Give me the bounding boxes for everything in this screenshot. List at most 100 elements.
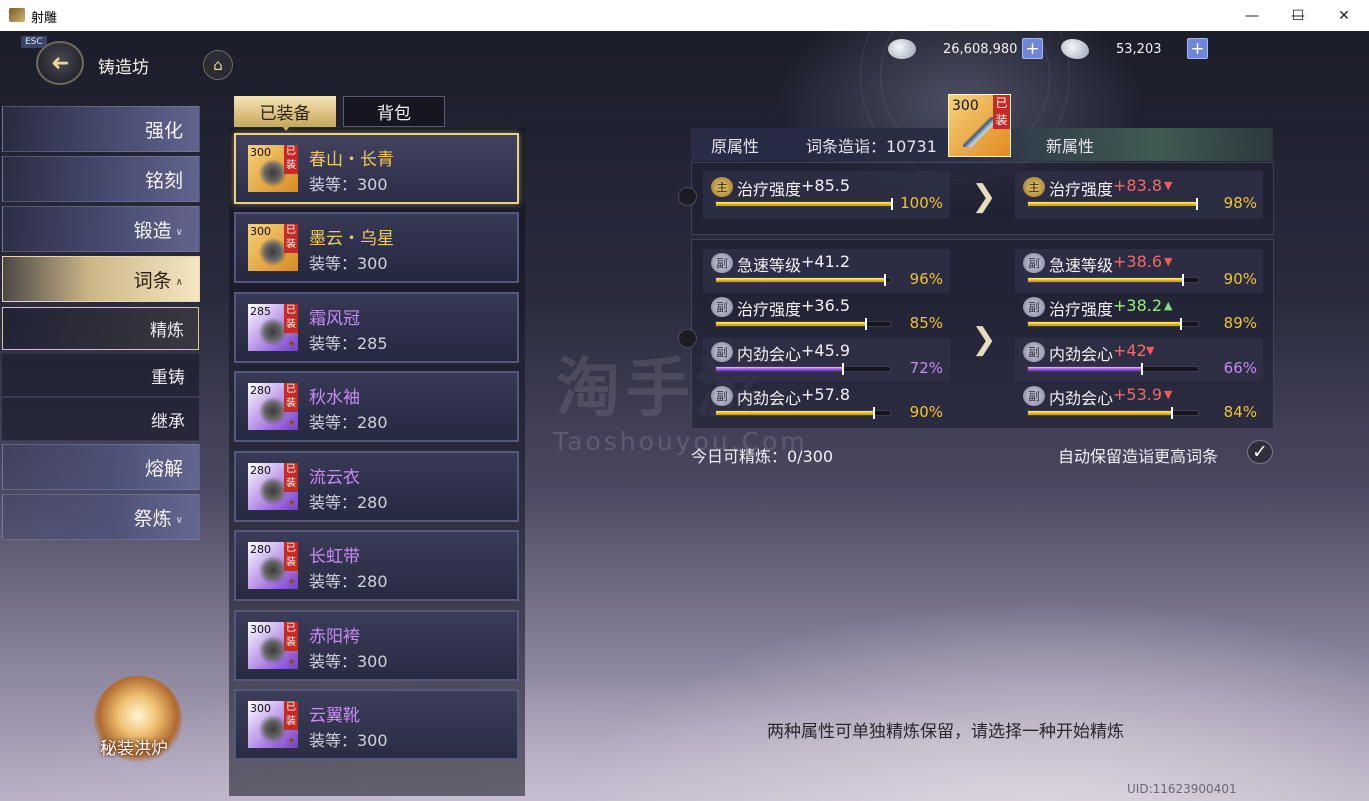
nav-smelt[interactable]: 熔解 [2,444,200,490]
subnav-recast[interactable]: 重铸 [2,354,199,397]
item-level-badge: 300 [250,623,271,636]
check-icon: ✓ [1252,441,1268,463]
nav-forge[interactable]: 锻造 ∨ [2,206,200,252]
chevron-up-icon: ∧ [175,276,183,288]
attribute-bar-fill [1028,202,1197,206]
subnav-label: 重铸 [151,367,185,388]
equipped-tag: 已装 [993,95,1010,129]
item-card[interactable]: 300 已装 ✦ 云翼靴 装等：300 [234,689,519,760]
page-title: 铸造坊 [98,58,149,78]
item-card[interactable]: 285 已装 ✦ 霜风冠 装等：285 [234,292,519,363]
item-card[interactable]: 300 已装 春山・长青 装等：300 [234,133,519,204]
nav-label: 词条 [133,269,172,292]
auto-keep-label: 自动保留造诣更高词条 [1058,447,1219,466]
daily-refine-count: 今日可精炼：0/300 [691,447,834,466]
item-level-badge: 300 [952,98,979,114]
attribute-bar [715,318,891,330]
nav-label: 铭刻 [144,169,183,192]
trend-down-icon: ▼ [1164,255,1173,268]
nav-engrave[interactable]: 铭刻 [2,156,200,202]
add-silver-ingot-button[interactable]: + [1187,38,1208,59]
nav-sacrifice[interactable]: 祭炼 ∨ [2,494,200,540]
maximize-button[interactable]: ☐ [1275,0,1321,31]
equipped-tag: 已装 [284,622,298,651]
sub-attribute-badge: 副 [1023,342,1045,362]
attribute-bar [715,198,893,210]
item-thumbnail: 280 已装 ✦ [248,383,298,430]
silver-coin-icon [888,39,916,59]
auto-keep-checkbox[interactable]: ✓ [1247,440,1273,464]
item-name: 秋水袖 [309,388,360,408]
quality-mark-icon: ✦ [287,736,296,747]
attribute-value: +38.6 [1113,252,1163,271]
attribute-bar [1027,274,1199,286]
attribute-value: +41.2 [801,252,851,271]
attribute-bar-fill [1028,278,1183,282]
attribute-bar-fill [1028,322,1181,326]
item-gear-level: 装等：300 [309,652,388,671]
attribute-bar-marker [873,407,875,419]
nav-affix[interactable]: 词条 ∧ [2,256,200,302]
home-button[interactable]: ⌂ [203,50,233,80]
item-card[interactable]: 280 已装 ✦ 长虹带 装等：280 [234,530,519,601]
attribute-bar-fill [1028,411,1172,415]
attribute-bar-fill [716,367,843,371]
item-name: 赤阳袴 [309,627,360,647]
item-gear-level: 装等：285 [309,334,388,353]
tab-equipped[interactable]: 已装备 [234,96,336,127]
attribute-percent: 85% [909,314,943,332]
nav-label: 祭炼 [133,507,172,530]
quality-mark-icon: ✦ [287,339,296,350]
add-silver-coin-button[interactable]: + [1022,38,1043,59]
attribute-name: 内劲会心 [1049,345,1114,364]
nav-label: 锻造 [133,219,172,242]
subnav-refine[interactable]: 精炼 [2,307,199,350]
equipped-tag: 已装 [284,701,298,730]
selected-item-icon: 300 已装 [948,94,1011,157]
game-scene: ESC ➜ 铸造坊 ⌂ 26,608,980 + 53,203 + 强化 铭刻 … [0,31,1369,801]
sub-attribute-radio[interactable] [678,329,697,348]
attribute-percent: 89% [1223,314,1257,332]
attribute-bar [1027,407,1199,419]
item-name: 云翼靴 [309,706,360,726]
trend-up-icon: ▲ [1164,299,1173,312]
item-card[interactable]: 300 已装 ✦ 赤阳袴 装等：300 [234,610,519,681]
trend-down-icon: ▼ [1164,388,1173,401]
attribute-bar [715,363,891,375]
furnace-button-label[interactable]: 秘装洪炉 [100,734,168,759]
trend-down-icon: ▼ [1164,179,1173,192]
subnav-inherit[interactable]: 继承 [2,398,199,441]
nav-strengthen[interactable]: 强化 [2,106,200,152]
attribute-percent: 96% [909,270,943,288]
minimize-icon[interactable]: — [1229,0,1275,31]
item-level-badge: 280 [250,543,271,556]
attribute-name: 急速等级 [737,256,802,275]
attribute-value: +53.9 [1113,385,1163,404]
attribute-bar-marker [842,363,844,375]
item-thumbnail: 300 已装 ✦ [248,701,298,748]
back-button[interactable]: ➜ [36,41,84,85]
attribute-name: 内劲会心 [1049,389,1114,408]
attribute-bar-marker [1182,274,1184,286]
quality-mark-icon: ✦ [287,577,296,588]
item-card[interactable]: 280 已装 ✦ 秋水袖装等：280 [234,371,519,442]
sub-attribute-badge: 副 [711,253,733,273]
main-attribute-badge: 主 [1023,177,1045,197]
attribute-bar-marker [1180,318,1182,330]
item-card[interactable]: 280 已装 ✦ 流云衣 装等：280 [234,451,519,522]
item-level-badge: 300 [250,225,271,238]
attribute-bar-marker [865,318,867,330]
item-level-badge: 280 [250,384,271,397]
item-gear-level: 装等：280 [309,413,388,432]
quality-mark-icon: ✦ [287,498,296,509]
close-button[interactable]: ✕ [1321,0,1367,31]
sub-attribute-badge: 副 [1023,297,1045,317]
silver-coin-value: 26,608,980 [943,42,1018,57]
tab-bag[interactable]: 背包 [343,96,445,127]
item-gear-level: 装等：300 [309,175,388,194]
original-attributes-label: 原属性 [711,137,760,156]
item-card[interactable]: 300 已装 墨云・乌星 装等：300 [234,212,519,283]
chevron-down-icon: ∨ [175,226,183,238]
main-attribute-radio[interactable] [678,187,697,206]
attribute-bar [715,407,891,419]
